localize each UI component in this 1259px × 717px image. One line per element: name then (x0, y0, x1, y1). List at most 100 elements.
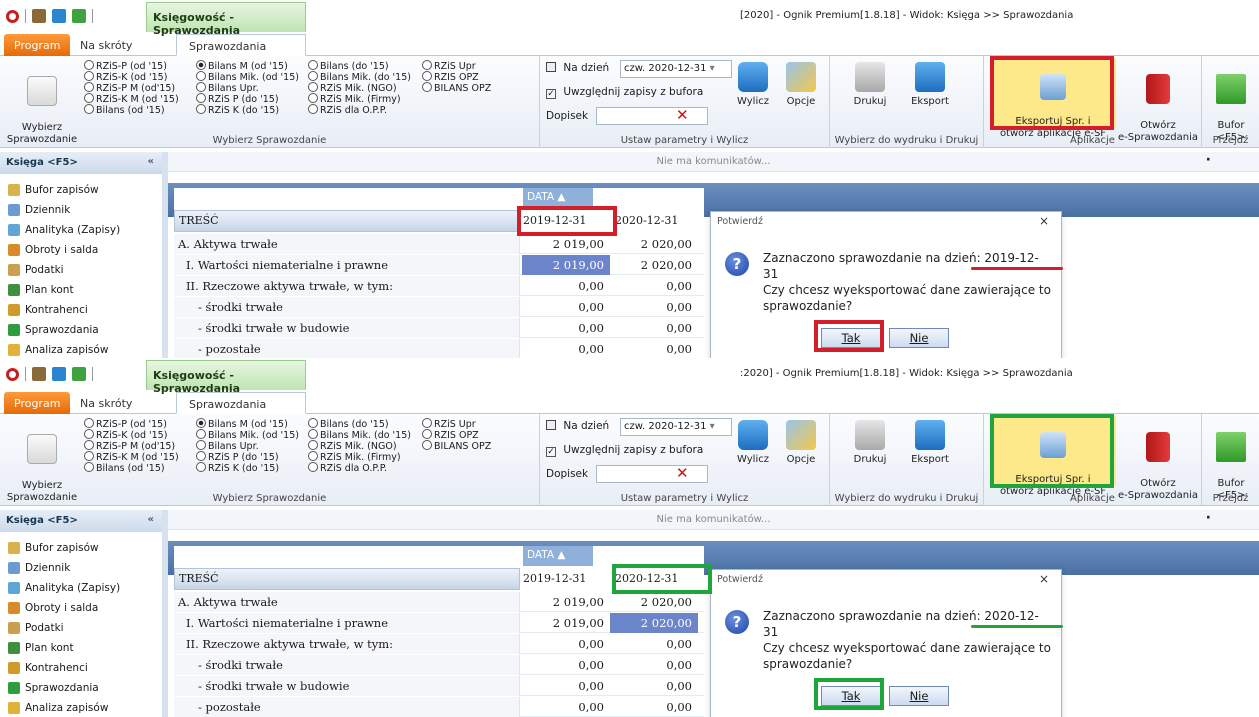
table-row[interactable]: I. Wartości niematerialne i prawne 2 019,… (174, 255, 704, 275)
cell-value[interactable]: 0,00 (522, 697, 610, 717)
buffer-button[interactable]: Bufor <F5> (1206, 62, 1256, 144)
cell-value[interactable]: 2 020,00 (610, 613, 698, 633)
document-green-icon[interactable] (72, 9, 86, 23)
column-header-date-2[interactable]: 2020-12-31 (612, 210, 702, 232)
calendar-icon[interactable] (32, 9, 46, 23)
cell-value[interactable]: 0,00 (610, 697, 698, 717)
sidebar-item[interactable]: Analityka (Zapisy) (0, 220, 162, 240)
choose-report-button[interactable]: Wybierz Sprawozdanie (6, 64, 78, 146)
cell-value[interactable]: 0,00 (610, 318, 698, 338)
cell-value[interactable]: 0,00 (522, 276, 610, 296)
sidebar-item[interactable]: Bufor zapisów (0, 538, 162, 558)
options-button[interactable]: Opcje (780, 62, 822, 108)
radio-option[interactable]: Bilans (od '15) (84, 462, 165, 474)
table-row[interactable]: A. Aktywa trwałe 2 019,00 2 020,00 (174, 592, 704, 612)
sidebar-item[interactable]: Sprawozdania (0, 678, 162, 698)
table-row[interactable]: II. Rzeczowe aktywa trwałe, w tym: 0,00 0,… (174, 634, 704, 654)
column-header-tresc[interactable]: TREŚĆ (174, 568, 520, 590)
document-green-icon[interactable] (72, 367, 86, 381)
cell-value[interactable]: 2 020,00 (610, 592, 698, 612)
close-icon[interactable]: × (1039, 572, 1049, 586)
cell-value[interactable]: 0,00 (610, 655, 698, 675)
column-header-tresc[interactable]: TREŚĆ (174, 210, 520, 232)
sidebar-item[interactable]: Podatki (0, 260, 162, 280)
tab-reports[interactable]: Sprawozdania (176, 34, 306, 56)
sidebar-item[interactable]: Kontrahenci (0, 658, 162, 678)
radio-option[interactable]: RZiS K (do '15) (196, 462, 279, 474)
cell-value[interactable]: 0,00 (610, 276, 698, 296)
tab-shortcuts[interactable]: Na skróty (70, 392, 142, 414)
cell-value[interactable]: 0,00 (610, 339, 698, 358)
export-button[interactable]: Eksport (904, 62, 956, 108)
buffer-button[interactable]: Bufor <F5> (1206, 420, 1256, 502)
sidebar-item[interactable]: Obroty i salda (0, 240, 162, 260)
cell-value[interactable]: 0,00 (522, 676, 610, 696)
sidebar-item[interactable]: Dziennik (0, 200, 162, 220)
cell-value[interactable]: 0,00 (610, 676, 698, 696)
cell-value[interactable]: 2 019,00 (522, 255, 610, 275)
radio-option[interactable]: BILANS OPZ (422, 440, 491, 452)
cell-value[interactable]: 2 020,00 (610, 234, 698, 254)
choose-report-button[interactable]: Wybierz Sprawozdanie (6, 422, 78, 504)
sidebar-item[interactable]: Analiza zapisów (0, 340, 162, 358)
table-row[interactable]: - środki trwałe w budowie 0,00 0,00 (174, 676, 704, 696)
clear-x-icon[interactable]: ✕ (676, 464, 689, 482)
data-group-header[interactable]: DATA ▲ (523, 188, 593, 208)
sidebar-item[interactable]: Analiza zapisów (0, 698, 162, 717)
sidebar-item[interactable]: Plan kont (0, 638, 162, 658)
date-combo[interactable]: czw. 2020-12-31 ▾ (620, 418, 732, 436)
table-row[interactable]: - środki trwałe w budowie 0,00 0,00 (174, 318, 704, 338)
cell-value[interactable]: 0,00 (522, 655, 610, 675)
cell-value[interactable]: 0,00 (522, 297, 610, 317)
cell-value[interactable]: 0,00 (522, 339, 610, 358)
collapse-chevron-icon[interactable]: « (148, 156, 154, 167)
radio-option[interactable]: RZiS dla O.P.P. (308, 104, 387, 116)
table-row[interactable]: I. Wartości niematerialne i prawne 2 019,… (174, 613, 704, 633)
table-row[interactable]: - środki trwałe 0,00 0,00 (174, 297, 704, 317)
cell-value[interactable]: 2 019,00 (522, 613, 610, 633)
sidebar-item[interactable]: Obroty i salda (0, 598, 162, 618)
note-input[interactable] (596, 107, 708, 125)
column-header-date-1[interactable]: 2019-12-31 (520, 568, 610, 590)
table-row[interactable]: A. Aktywa trwałe 2 019,00 2 020,00 (174, 234, 704, 254)
tab-program[interactable]: Program (4, 392, 71, 414)
table-row[interactable]: II. Rzeczowe aktywa trwałe, w tym: 0,00 0,… (174, 276, 704, 296)
sidebar-item[interactable]: Podatki (0, 618, 162, 638)
sidebar-item[interactable]: Analityka (Zapisy) (0, 578, 162, 598)
app-orb-icon[interactable] (6, 9, 19, 23)
options-button[interactable]: Opcje (780, 420, 822, 466)
cell-value[interactable]: 2 020,00 (610, 255, 698, 275)
collapse-chevron-icon[interactable]: « (148, 514, 154, 525)
document-blue-icon[interactable] (52, 9, 66, 23)
print-button[interactable]: Drukuj (844, 420, 896, 466)
cell-value[interactable]: 0,00 (522, 634, 610, 654)
table-row[interactable]: - pozostałe 0,00 0,00 (174, 697, 704, 717)
print-button[interactable]: Drukuj (844, 62, 896, 108)
radio-option[interactable]: Bilans (od '15) (84, 104, 165, 116)
cell-value[interactable]: 2 019,00 (522, 592, 610, 612)
table-row[interactable]: - środki trwałe 0,00 0,00 (174, 655, 704, 675)
cell-value[interactable]: 0,00 (522, 318, 610, 338)
sidebar-item[interactable]: Bufor zapisów (0, 180, 162, 200)
open-esf-button[interactable]: Otwórz e-Sprawozdania (1118, 420, 1198, 502)
sidebar-item[interactable]: Plan kont (0, 280, 162, 300)
sidebar-item[interactable]: Sprawozdania (0, 320, 162, 340)
buffer-checkbox[interactable]: ✓ Uwzględnij zapisy z bufora (546, 444, 703, 457)
no-button[interactable]: Nie (889, 328, 949, 348)
data-group-header[interactable]: DATA ▲ (523, 546, 593, 566)
radio-option[interactable]: BILANS OPZ (422, 82, 491, 94)
date-combo[interactable]: czw. 2020-12-31 ▾ (620, 60, 732, 78)
calc-button[interactable]: Wylicz (732, 62, 774, 108)
export-button[interactable]: Eksport (904, 420, 956, 466)
cell-value[interactable]: 0,00 (610, 634, 698, 654)
no-button[interactable]: Nie (889, 686, 949, 706)
note-input[interactable] (596, 465, 708, 483)
close-icon[interactable]: × (1039, 214, 1049, 228)
sidebar-item[interactable]: Dziennik (0, 558, 162, 578)
cell-value[interactable]: 0,00 (610, 297, 698, 317)
calc-button[interactable]: Wylicz (732, 420, 774, 466)
tab-reports[interactable]: Sprawozdania (176, 392, 306, 414)
open-esf-button[interactable]: Otwórz e-Sprawozdania (1118, 62, 1198, 144)
table-row[interactable]: - pozostałe 0,00 0,00 (174, 339, 704, 358)
calendar-icon[interactable] (32, 367, 46, 381)
